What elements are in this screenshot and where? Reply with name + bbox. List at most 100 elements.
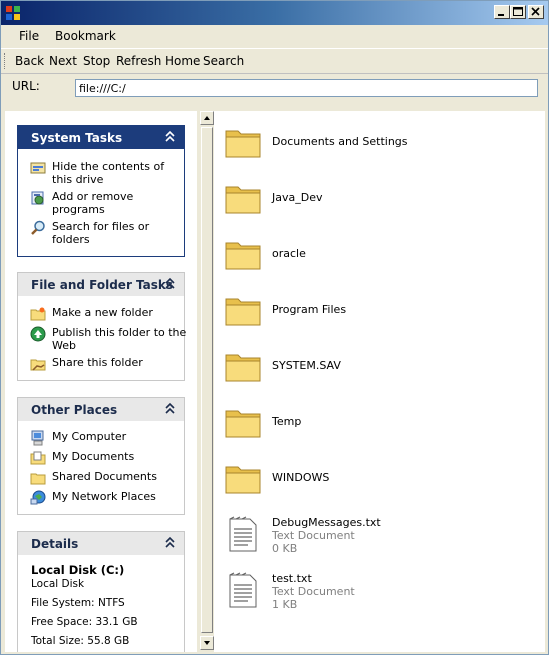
menu-bookmark[interactable]: Bookmark — [55, 29, 116, 43]
list-item[interactable]: DebugMessages.txt Text Document 0 KB — [214, 509, 534, 557]
place-label: My Documents — [52, 450, 135, 463]
file-name: oracle — [272, 247, 306, 260]
collapse-chevron-icon[interactable] — [164, 536, 176, 550]
folder-icon — [225, 130, 261, 158]
refresh-button[interactable]: Refresh — [116, 54, 161, 68]
list-item[interactable]: Program Files — [214, 285, 534, 333]
text-document-icon — [229, 516, 257, 552]
scroll-thumb[interactable] — [201, 127, 213, 633]
next-button[interactable]: Next — [49, 54, 77, 68]
network-places-icon — [30, 490, 46, 505]
details-body: Local Disk (C:) Local Disk File System: … — [17, 555, 185, 652]
place-label: Shared Documents — [52, 470, 157, 483]
maximize-icon — [513, 7, 523, 16]
toolbar-grip[interactable] — [4, 53, 8, 69]
file-size: 0 KB — [272, 542, 298, 555]
list-item[interactable]: WINDOWS — [214, 453, 534, 501]
arrow-up-icon — [204, 116, 210, 120]
file-type: Text Document — [272, 529, 355, 542]
collapse-chevron-icon[interactable] — [164, 130, 176, 144]
file-name: Program Files — [272, 303, 347, 316]
details-free-space: Free Space: 33.1 GB — [31, 616, 138, 628]
task-label: Search for files or — [52, 220, 150, 233]
panel-title: Details — [31, 537, 79, 551]
task-label: Share this folder — [52, 356, 143, 369]
file-name: SYSTEM.SAV — [272, 359, 341, 372]
add-remove-programs-icon — [31, 191, 44, 205]
collapse-chevron-icon[interactable] — [164, 402, 176, 416]
file-name: DebugMessages.txt — [272, 516, 381, 529]
maximize-button[interactable] — [510, 5, 526, 19]
panel-title: System Tasks — [31, 131, 123, 145]
browser-window: File Bookmark Back Next Stop Refresh Hom… — [0, 0, 549, 655]
scroll-up-button[interactable] — [200, 111, 214, 125]
menu-bar: File Bookmark — [1, 25, 548, 47]
search-button[interactable]: Search — [203, 54, 244, 68]
vertical-scrollbar[interactable] — [200, 111, 214, 652]
other-places-header[interactable]: Other Places — [17, 397, 185, 421]
list-item[interactable]: test.txt Text Document 1 KB — [214, 565, 534, 613]
arrow-down-icon — [204, 641, 210, 645]
toolbar: Back Next Stop Refresh Home Search — [1, 48, 548, 74]
home-button[interactable]: Home — [165, 54, 200, 68]
details-type: Local Disk — [31, 578, 85, 590]
minimize-icon — [498, 14, 504, 16]
list-item[interactable]: Temp — [214, 397, 534, 445]
folder-icon — [225, 186, 261, 214]
list-item[interactable]: Java_Dev — [214, 173, 534, 221]
file-folder-tasks-panel: File and Folder Tasks Make a new folder — [17, 272, 186, 381]
details-header[interactable]: Details — [17, 531, 185, 555]
file-name: WINDOWS — [272, 471, 330, 484]
system-tasks-panel: System Tasks Hide the contents of this dr… — [17, 125, 185, 257]
publish-web-icon — [30, 326, 46, 342]
task-label: Hide the contents of — [52, 160, 165, 173]
stop-button[interactable]: Stop — [83, 54, 110, 68]
folder-icon — [225, 298, 261, 326]
url-input[interactable] — [75, 79, 538, 97]
file-folder-tasks-header[interactable]: File and Folder Tasks — [17, 272, 185, 296]
title-bar[interactable] — [1, 1, 548, 25]
url-label: URL: — [12, 79, 40, 93]
search-icon — [31, 220, 45, 235]
minimize-button[interactable] — [494, 5, 510, 19]
file-name: Java_Dev — [272, 191, 323, 204]
scroll-down-button[interactable] — [200, 636, 214, 650]
folder-icon — [225, 242, 261, 270]
task-pane: System Tasks Hide the contents of this dr… — [5, 111, 197, 652]
my-documents-icon — [30, 451, 46, 465]
other-places-panel: Other Places My Computer My Documents Sh… — [17, 397, 185, 515]
list-item[interactable]: SYSTEM.SAV — [214, 341, 534, 389]
file-folder-tasks-body: Make a new folder Publish this folder to… — [17, 296, 186, 381]
file-type: Text Document — [272, 585, 355, 598]
menu-file[interactable]: File — [19, 29, 39, 43]
file-name: Temp — [272, 415, 302, 428]
task-label: programs — [52, 203, 105, 216]
folder-icon — [225, 410, 261, 438]
task-label: Make a new folder — [52, 306, 153, 319]
my-computer-icon — [31, 430, 44, 446]
text-document-icon — [229, 572, 257, 608]
panel-title: File and Folder Tasks — [31, 278, 174, 292]
panel-title: Other Places — [31, 403, 118, 417]
task-label: Web — [52, 339, 76, 352]
file-list: Documents and Settings Java_Dev oracle P… — [214, 111, 545, 652]
task-label: Add or remove — [52, 190, 134, 203]
collapse-chevron-icon[interactable] — [164, 277, 176, 291]
list-item[interactable]: oracle — [214, 229, 534, 277]
close-icon — [531, 7, 540, 16]
list-item[interactable]: Documents and Settings — [214, 117, 534, 165]
address-bar: URL: — [1, 73, 548, 103]
other-places-body: My Computer My Documents Shared Document… — [17, 421, 185, 515]
system-tasks-body: Hide the contents of this drive Add or re… — [17, 149, 185, 257]
details-panel: Details Local Disk (C:) Local Disk File … — [17, 531, 185, 652]
back-button[interactable]: Back — [15, 54, 44, 68]
file-name: test.txt — [272, 572, 312, 585]
close-button[interactable] — [528, 5, 544, 19]
system-tasks-header[interactable]: System Tasks — [17, 125, 185, 149]
details-total-size: Total Size: 55.8 GB — [31, 635, 130, 647]
task-label: this drive — [52, 173, 104, 186]
shared-documents-icon — [30, 473, 46, 485]
file-size: 1 KB — [272, 598, 298, 611]
file-name: Documents and Settings — [272, 135, 408, 148]
app-icon — [6, 6, 20, 20]
